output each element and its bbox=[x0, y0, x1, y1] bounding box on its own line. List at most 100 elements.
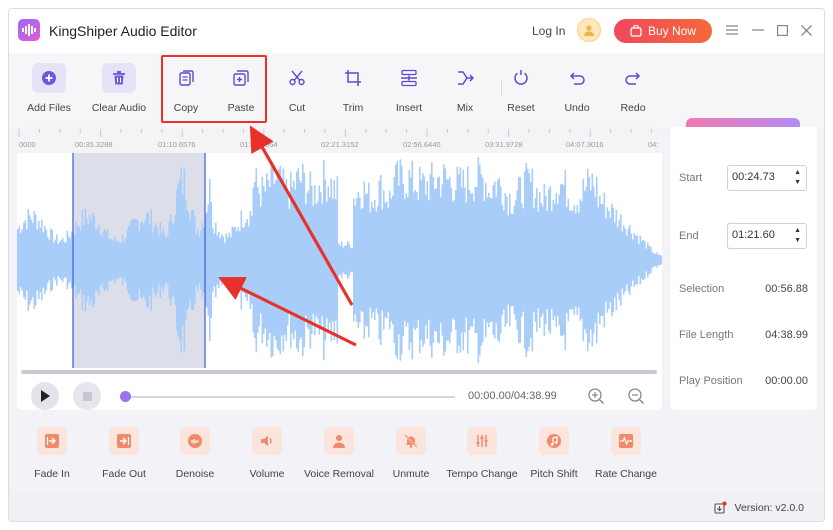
voice-removal-button[interactable]: Voice Removal bbox=[299, 427, 379, 480]
waveform-sample bbox=[413, 192, 415, 328]
waveform-sample bbox=[264, 191, 267, 329]
update-icon[interactable] bbox=[713, 501, 727, 514]
reset-button[interactable]: Reset bbox=[491, 63, 551, 114]
scissors-icon bbox=[280, 63, 314, 93]
pitch-shift-button[interactable]: Pitch Shift bbox=[514, 427, 594, 480]
waveform-sample bbox=[429, 174, 432, 346]
tempo-change-button[interactable]: Tempo Change bbox=[442, 427, 522, 480]
selection-label: Selection bbox=[679, 283, 725, 295]
waveform-sample bbox=[513, 205, 516, 315]
waveform-sample bbox=[462, 169, 465, 351]
waveform-sample bbox=[221, 234, 223, 286]
waveform-sample bbox=[320, 192, 322, 328]
end-time-input[interactable] bbox=[732, 229, 784, 241]
menu-icon[interactable] bbox=[724, 22, 740, 38]
buy-now-button[interactable]: Buy Now bbox=[614, 19, 712, 43]
tick-label: 0000 bbox=[19, 140, 36, 149]
decrement-arrow-icon[interactable]: ▼ bbox=[794, 179, 801, 186]
seek-knob[interactable] bbox=[120, 391, 131, 402]
waveform-sample bbox=[206, 212, 208, 308]
decrement-arrow-icon[interactable]: ▼ bbox=[794, 237, 801, 244]
waveform-sample bbox=[357, 191, 360, 329]
waveform-sample bbox=[300, 182, 303, 338]
waveform-sample bbox=[351, 247, 354, 273]
clear-audio-button[interactable]: Clear Audio bbox=[89, 63, 149, 114]
waveform-sample bbox=[149, 224, 151, 296]
unmute-button[interactable]: Unmute bbox=[371, 427, 451, 480]
waveform-sample bbox=[458, 174, 460, 346]
trim-button[interactable]: Trim bbox=[323, 63, 383, 114]
maximize-icon[interactable] bbox=[774, 22, 790, 38]
stop-button[interactable] bbox=[73, 382, 101, 410]
waveform-sample bbox=[173, 224, 175, 296]
waveform-sample bbox=[237, 227, 240, 293]
waveform-sample bbox=[225, 233, 228, 287]
start-time-input[interactable] bbox=[732, 171, 784, 183]
fade-out-button[interactable]: Fade Out bbox=[84, 427, 164, 480]
minimize-icon[interactable] bbox=[750, 22, 766, 38]
tempo-change-label: Tempo Change bbox=[446, 468, 518, 480]
insert-button[interactable]: Insert bbox=[379, 63, 439, 114]
cut-label: Cut bbox=[288, 102, 306, 114]
play-button[interactable] bbox=[31, 382, 59, 410]
waveform-sample bbox=[227, 237, 229, 283]
waveform-sample bbox=[477, 157, 480, 363]
waveform-sample bbox=[518, 176, 520, 344]
mix-button[interactable]: Mix bbox=[435, 63, 495, 114]
denoise-label: Denoise bbox=[175, 468, 215, 480]
waveform-sample bbox=[215, 222, 217, 298]
waveform-sample bbox=[242, 227, 244, 293]
waveform-sample bbox=[21, 228, 24, 292]
waveform-sample bbox=[522, 208, 525, 312]
rate-change-button[interactable]: Rate Change bbox=[586, 427, 666, 480]
redo-button[interactable]: Redo bbox=[603, 63, 663, 114]
waveform-sample bbox=[375, 211, 378, 309]
denoise-button[interactable]: Denoise bbox=[155, 427, 235, 480]
horizontal-scrollbar[interactable] bbox=[21, 370, 657, 374]
waveform-sample bbox=[519, 177, 522, 343]
waveform-sample bbox=[63, 242, 66, 278]
waveform-sample bbox=[572, 211, 574, 309]
waveform-sample bbox=[287, 194, 289, 326]
waveform-sample bbox=[485, 182, 487, 338]
seek-track[interactable] bbox=[125, 396, 455, 398]
tick-label: 01:10.6576 bbox=[158, 140, 196, 149]
start-time-stepper[interactable]: ▲ ▼ bbox=[727, 165, 807, 191]
increment-arrow-icon[interactable]: ▲ bbox=[794, 227, 801, 234]
waveform-sample bbox=[498, 177, 501, 343]
cut-button[interactable]: Cut bbox=[267, 63, 327, 114]
waveform-sample bbox=[104, 228, 106, 292]
end-time-stepper[interactable]: ▲ ▼ bbox=[727, 223, 807, 249]
waveform-sample bbox=[246, 218, 249, 302]
waveform-sample bbox=[635, 235, 637, 285]
zoom-in-icon[interactable] bbox=[587, 387, 605, 405]
login-link[interactable]: Log In bbox=[532, 24, 565, 38]
waveform-sample bbox=[305, 204, 307, 316]
waveform-sample bbox=[140, 222, 142, 298]
avatar[interactable] bbox=[577, 18, 601, 42]
waveform-sample bbox=[576, 205, 579, 315]
add-files-button[interactable]: Add Files bbox=[19, 63, 79, 114]
waveform-sample bbox=[299, 180, 301, 340]
zoom-out-icon[interactable] bbox=[627, 387, 645, 405]
waveform-sample bbox=[365, 194, 367, 326]
waveform-sample bbox=[597, 207, 600, 313]
increment-arrow-icon[interactable]: ▲ bbox=[794, 169, 801, 176]
waveform-sample bbox=[194, 215, 196, 305]
waveform[interactable] bbox=[17, 153, 662, 368]
waveform-sample bbox=[18, 225, 21, 295]
waveform-sample bbox=[546, 210, 549, 310]
close-icon[interactable] bbox=[798, 22, 814, 38]
waveform-sample bbox=[470, 193, 472, 327]
waveform-sample bbox=[480, 174, 483, 346]
fade-in-button[interactable]: Fade In bbox=[12, 427, 92, 480]
waveform-sample bbox=[176, 189, 178, 331]
volume-button[interactable]: Volume bbox=[227, 427, 307, 480]
waveform-sample bbox=[482, 177, 484, 343]
waveform-sample bbox=[293, 180, 295, 340]
waveform-sample bbox=[581, 201, 583, 319]
waveform-sample bbox=[638, 243, 640, 277]
undo-button[interactable]: Undo bbox=[547, 63, 607, 114]
waveform-sample bbox=[126, 229, 129, 291]
start-label: Start bbox=[679, 172, 703, 184]
